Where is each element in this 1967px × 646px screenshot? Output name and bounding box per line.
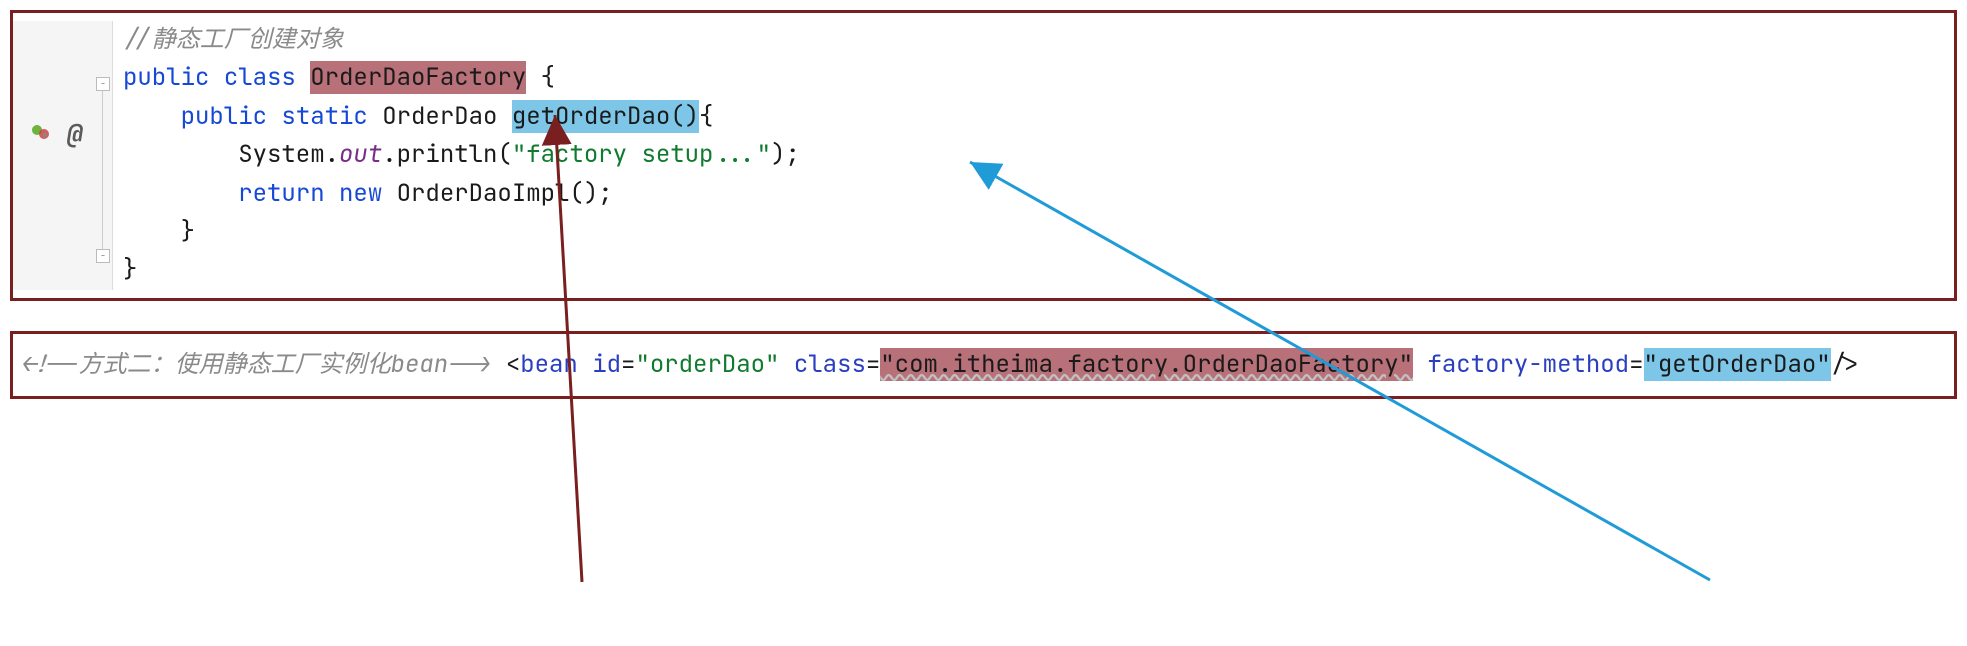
- attr-class: class: [794, 349, 866, 380]
- class-name-highlight: OrderDaoFactory: [310, 61, 526, 94]
- annotation-icon[interactable]: @: [67, 113, 83, 155]
- method-name-highlight: getOrderDao(): [512, 100, 699, 133]
- code-comment: //静态工厂创建对象: [123, 24, 344, 55]
- fold-line: [102, 91, 103, 249]
- attr-id: id: [592, 349, 621, 380]
- spring-bean-icon[interactable]: [31, 116, 51, 154]
- println-call: println: [397, 139, 498, 170]
- xml-config-panel: <!--方式二：使用静态工厂实例化bean--> <bean id="order…: [10, 331, 1957, 399]
- system-ref: System: [238, 139, 324, 170]
- kw-new: new: [339, 178, 382, 209]
- out-field: out: [339, 139, 382, 170]
- brace-close: }: [181, 216, 195, 247]
- kw-return: return: [238, 178, 324, 209]
- bean-tag: bean: [520, 349, 578, 380]
- string-literal: "factory setup...": [512, 139, 771, 170]
- return-type: OrderDao: [382, 101, 497, 132]
- xml-code[interactable]: <!--方式二：使用静态工厂实例化bean--> <bean id="order…: [21, 346, 1946, 384]
- kw-public: public: [181, 101, 267, 132]
- kw-static: static: [281, 101, 367, 132]
- java-code-panel: @ − − //静态工厂创建对象 public class OrderDaoFa…: [10, 10, 1957, 301]
- fold-marker-close[interactable]: −: [96, 249, 110, 263]
- val-fm-highlight: "getOrderDao": [1644, 348, 1831, 381]
- attr-factory-method: factory-method: [1427, 349, 1629, 380]
- brace-close: }: [123, 254, 137, 285]
- brace: {: [699, 101, 713, 132]
- impl-type: OrderDaoImpl();: [397, 178, 613, 209]
- val-class-highlight: "com.itheima.factory.OrderDaoFactory": [880, 348, 1413, 381]
- kw-public: public: [123, 62, 209, 93]
- val-id: "orderDao": [635, 349, 779, 380]
- brace: {: [526, 62, 555, 93]
- kw-class: class: [224, 62, 296, 93]
- editor-gutter: @ − −: [13, 21, 113, 290]
- java-code[interactable]: //静态工厂创建对象 public class OrderDaoFactory …: [113, 21, 1954, 290]
- xml-comment: <!--方式二：使用静态工厂实例化bean-->: [21, 349, 491, 380]
- fold-marker-open[interactable]: −: [96, 77, 110, 91]
